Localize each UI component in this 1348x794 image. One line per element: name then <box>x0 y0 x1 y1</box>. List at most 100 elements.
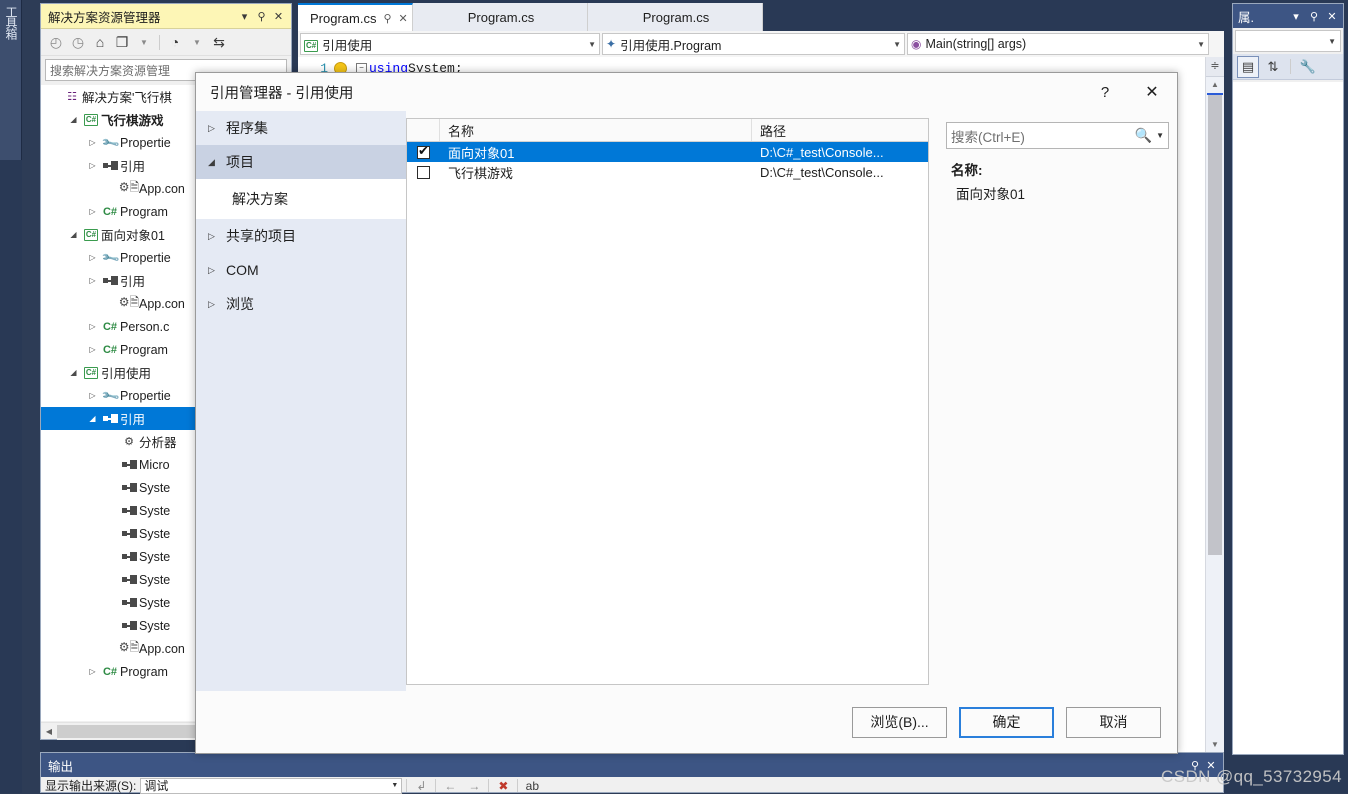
next-arrow-icon[interactable]: → <box>464 779 484 793</box>
row-path: D:\C#_test\Console... <box>760 164 884 180</box>
categorized-icon[interactable]: ▤ <box>1237 55 1259 78</box>
row-checkbox-cell[interactable] <box>407 143 440 159</box>
dialog-nav-subitem[interactable]: 解决方案 <box>196 179 406 219</box>
dialog-project-list[interactable]: 名称 路径 面向对象01 D:\C#_test\Console... 飞行棋游戏 D:… <box>406 118 929 685</box>
chevron-down-icon[interactable]: ▼ <box>1191 40 1205 49</box>
forward-arrow-icon[interactable]: ◷ <box>68 32 88 52</box>
column-header-path[interactable]: 路径 <box>752 119 928 141</box>
column-header-name[interactable]: 名称 <box>440 119 752 141</box>
chevron-down-icon[interactable]: ▼ <box>134 32 154 52</box>
expanded-arrow-icon[interactable]: ◢ <box>85 414 100 423</box>
scroll-thumb[interactable] <box>1208 95 1222 555</box>
scroll-down-icon[interactable]: ▼ <box>1206 737 1224 753</box>
reference-item-icon <box>119 529 139 538</box>
pin-icon[interactable]: ⚲ <box>383 12 391 25</box>
output-source-select[interactable]: 调试 ▼ <box>140 777 403 794</box>
editor-vertical-scrollbar[interactable]: ≑ ▲ ▼ <box>1205 57 1224 755</box>
chevron-down-icon[interactable]: ▾ <box>1288 10 1304 23</box>
clear-all-icon[interactable]: ✖ <box>493 779 513 793</box>
collapsed-arrow-icon[interactable]: ▷ <box>85 276 100 285</box>
nav-dropdown[interactable]: C# 引用使用 ▼ <box>300 33 600 55</box>
dialog-nav-subitem-label: 解决方案 <box>232 191 288 207</box>
ok-button[interactable]: 确定 <box>959 706 1054 738</box>
back-arrow-icon[interactable]: ◴ <box>46 32 66 52</box>
dialog-category-nav[interactable]: ▷ 程序集 ◢ 项目 解决方案 ▷ 共享的项目 ▷ COM ▷ 浏览 <box>196 111 406 691</box>
collapsed-arrow-icon[interactable]: ▷ <box>85 253 100 262</box>
collapsed-arrow-icon[interactable]: ▷ <box>85 345 100 354</box>
dialog-nav-item[interactable]: ▷ 程序集 <box>196 111 406 145</box>
nav-dropdown[interactable]: ✦ 引用使用.Program ▼ <box>602 33 905 55</box>
close-icon[interactable]: ✕ <box>270 10 287 23</box>
collapsed-arrow-icon[interactable]: ▷ <box>85 138 100 147</box>
project-list-row[interactable]: 飞行棋游戏 D:\C#_test\Console... <box>407 162 928 182</box>
close-icon[interactable]: ✕ <box>1324 10 1340 23</box>
config-file-icon: ⚙🗎 <box>118 180 140 194</box>
split-view-icon[interactable]: ≑ <box>1206 57 1224 77</box>
expanded-arrow-icon[interactable]: ◢ <box>66 230 81 239</box>
collapsed-arrow-icon[interactable]: ▷ <box>208 265 226 276</box>
checkbox-icon[interactable] <box>417 165 430 179</box>
row-name: 面向对象01 <box>448 145 515 161</box>
dialog-nav-item[interactable]: ▷ 共享的项目 <box>196 219 406 253</box>
tree-node-label: App.con <box>139 181 185 196</box>
scroll-left-icon[interactable]: ◀ <box>41 727 57 736</box>
help-icon[interactable]: ? <box>1083 77 1127 107</box>
expanded-arrow-icon[interactable]: ◢ <box>208 157 226 168</box>
chevron-down-icon[interactable]: ▼ <box>1328 37 1336 46</box>
wrench-icon: 🔧 <box>99 132 121 153</box>
project-list-row[interactable]: 面向对象01 D:\C#_test\Console... <box>407 142 928 162</box>
chevron-down-icon[interactable]: ▼ <box>187 32 207 52</box>
dialog-nav-item[interactable]: ◢ 项目 <box>196 145 406 179</box>
sync-with-active-document-icon[interactable]: ❐ <box>112 32 132 52</box>
pin-icon[interactable]: ⚲ <box>1306 10 1322 23</box>
checkbox-icon[interactable] <box>417 143 430 159</box>
chevron-down-icon[interactable]: ▼ <box>1154 131 1164 140</box>
dialog-nav-item-label: 项目 <box>226 154 254 170</box>
cancel-button[interactable]: 取消 <box>1066 706 1161 738</box>
tree-node-label: App.con <box>139 296 185 311</box>
properties-grid[interactable] <box>1233 82 1343 754</box>
collapsed-arrow-icon[interactable]: ▷ <box>85 161 100 170</box>
csharp-project-icon: C# <box>83 366 99 379</box>
pin-icon[interactable]: ⚲ <box>253 10 270 23</box>
toolbar-divider <box>517 779 519 792</box>
chevron-down-icon[interactable]: ▼ <box>391 782 398 789</box>
alphabetical-sort-icon[interactable]: ⇅ <box>1262 56 1284 78</box>
browse-button[interactable]: 浏览(B)... <box>852 706 947 738</box>
collapsed-arrow-icon[interactable]: ▷ <box>85 391 100 400</box>
reference-item-icon <box>119 460 139 469</box>
refresh-icon[interactable]: ⇆ <box>209 32 229 52</box>
chevron-down-icon[interactable]: ▼ <box>582 40 596 49</box>
chevron-down-icon[interactable]: ▾ <box>236 10 253 23</box>
nav-dropdown[interactable]: ◉ Main(string[] args) ▼ <box>907 33 1209 55</box>
home-icon[interactable]: ⌂ <box>90 32 110 52</box>
dialog-search-input[interactable]: 搜索(Ctrl+E) 🔍 ▼ <box>946 122 1169 149</box>
properties-object-combo[interactable]: ▼ <box>1235 30 1341 52</box>
row-checkbox-cell[interactable] <box>407 165 440 179</box>
prev-arrow-icon[interactable]: ← <box>440 779 460 793</box>
document-tab[interactable]: Program.cs <box>413 3 588 31</box>
chevron-down-icon[interactable]: ▼ <box>887 40 901 49</box>
expanded-arrow-icon[interactable]: ◢ <box>66 115 81 124</box>
close-icon[interactable]: ✕ <box>1127 77 1177 107</box>
close-icon[interactable]: ✕ <box>399 12 408 25</box>
collapsed-arrow-icon[interactable]: ▷ <box>208 123 226 134</box>
collapsed-arrow-icon[interactable]: ▷ <box>85 207 100 216</box>
toolbox-tab[interactable]: 工具箱 <box>0 0 22 160</box>
dialog-nav-item[interactable]: ▷ COM <box>196 253 406 287</box>
collapsed-arrow-icon[interactable]: ▷ <box>85 667 100 676</box>
pending-changes-icon[interactable]: ◔ <box>165 32 185 52</box>
collapsed-arrow-icon[interactable]: ▷ <box>208 299 226 310</box>
wrap-text-icon[interactable]: ↲ <box>411 779 431 793</box>
dialog-nav-item[interactable]: ▷ 浏览 <box>196 287 406 321</box>
expanded-arrow-icon[interactable]: ◢ <box>66 368 81 377</box>
collapsed-arrow-icon[interactable]: ▷ <box>208 231 226 242</box>
scroll-thumb[interactable] <box>57 724 207 738</box>
toggle-word-wrap-icon[interactable]: ab <box>522 779 542 793</box>
properties-wrench-icon[interactable]: 🔧 <box>1297 56 1319 78</box>
collapsed-arrow-icon[interactable]: ▷ <box>85 322 100 331</box>
document-tab[interactable]: Program.cs <box>588 3 763 31</box>
scroll-up-icon[interactable]: ▲ <box>1206 77 1224 93</box>
document-tab[interactable]: Program.cs ⚲ ✕ <box>298 3 413 31</box>
search-icon[interactable]: 🔍 <box>1133 127 1154 144</box>
